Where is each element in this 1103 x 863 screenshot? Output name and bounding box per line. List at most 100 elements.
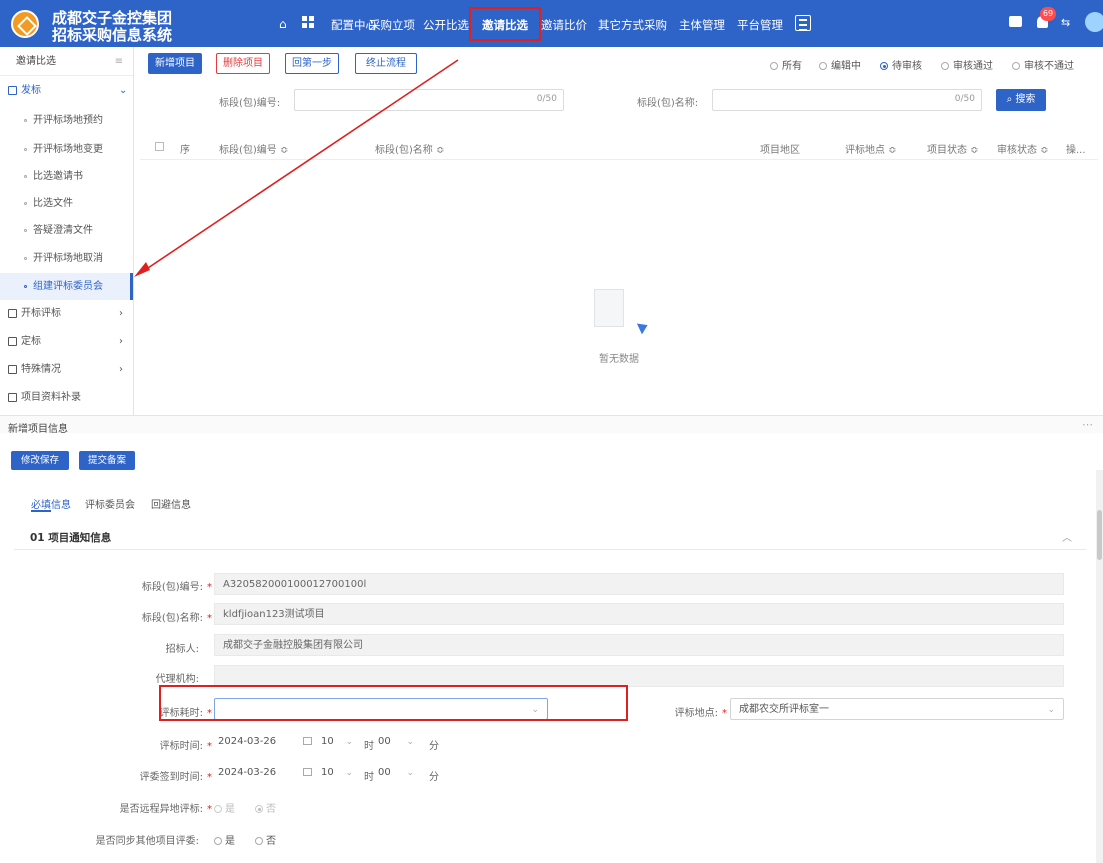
translate-icon[interactable]: ⇆ [1061, 16, 1070, 29]
save-button[interactable]: 修改保存 [11, 451, 69, 470]
highlight-box-nav [469, 7, 541, 41]
back-first-step-button[interactable]: 回第一步 [285, 53, 339, 74]
name-search-label: 标段(包)名称: [637, 98, 699, 109]
signin-date-input[interactable]: 2024-03-26 [214, 762, 314, 784]
tenderer-label: 招标人: [165, 644, 199, 655]
apps-grid-icon[interactable] [302, 16, 314, 28]
table-header-divider [140, 159, 1098, 160]
name-label: 标段(包)名称: * [141, 613, 212, 624]
chevron-down-icon: ⌄ [406, 768, 414, 778]
code-search-label: 标段(包)编号: [219, 98, 281, 109]
sidebar-item-venue-booking[interactable]: 开评标场地预约 [0, 107, 133, 134]
folder-icon [8, 393, 17, 402]
eval-minute-select[interactable]: 00 ⌄ [374, 731, 422, 753]
col-name[interactable]: 标段(包)名称 ≎ [375, 141, 444, 156]
stop-flow-button[interactable]: 终止流程 [355, 53, 417, 74]
folder-icon [8, 337, 17, 346]
sidebar-group-supplement[interactable]: 项目资料补录 [0, 384, 133, 411]
sidebar-item-venue-change[interactable]: 开评标场地变更 [0, 136, 133, 163]
calendar-icon [298, 731, 312, 753]
empty-state-text: 暂无数据 [599, 354, 639, 365]
col-audit[interactable]: 审核状态 ≎ [997, 141, 1049, 156]
chevron-up-icon[interactable]: ︿ [1062, 529, 1072, 544]
filter-rejected[interactable]: 审核不通过 [1012, 57, 1074, 72]
col-action: 操... [1066, 145, 1086, 156]
code-label: 标段(包)编号: * [141, 582, 212, 593]
nav-platform-management[interactable]: 平台管理 [737, 17, 783, 33]
highlight-box-duration [159, 685, 628, 721]
eval-hour-select[interactable]: 10 ⌄ [317, 731, 361, 753]
sidebar-group-bid[interactable]: 发标 ⌄ [0, 77, 133, 104]
eval-date-input[interactable]: 2024-03-26 [214, 731, 314, 753]
remote-no-radio[interactable]: 否 [255, 800, 276, 815]
close-icon[interactable]: ⋯ [1082, 418, 1093, 431]
col-region: 项目地区 [760, 145, 800, 156]
nav-public-selection[interactable]: 公开比选 [423, 17, 469, 33]
signin-hour-select[interactable]: 10 ⌄ [317, 762, 361, 784]
scrollbar[interactable] [1096, 470, 1103, 863]
search-button[interactable]: ⌕ 搜索 [996, 89, 1046, 111]
section-title: 01 项目通知信息 [30, 532, 112, 544]
code-field: A320582000100012700100l [214, 573, 1064, 595]
minute-unit: 分 [429, 741, 439, 752]
sync-no-radio[interactable]: 否 [255, 832, 276, 847]
form-title: 新增项目信息 [8, 424, 68, 435]
add-project-button[interactable]: 新增项目 [148, 53, 202, 74]
filter-editing[interactable]: 编辑中 [819, 57, 861, 72]
sidebar-title: 邀请比选 ≡ [0, 47, 133, 76]
sync-yes-radio[interactable]: 是 [214, 832, 235, 847]
col-code[interactable]: 标段(包)编号 ≎ [219, 141, 288, 156]
hour-unit: 时 [364, 772, 374, 783]
menu-icon[interactable] [795, 15, 811, 31]
chevron-down-icon: ⌄ [406, 737, 414, 747]
name-search-input[interactable]: 0/50 [712, 89, 982, 111]
code-search-input[interactable]: 0/50 [294, 89, 564, 111]
chevron-down-icon: ⌄ [119, 85, 128, 96]
home-icon[interactable]: ⌂ [279, 17, 287, 31]
sidebar-group-award[interactable]: 定标 › [0, 328, 133, 355]
logo-icon [11, 10, 39, 38]
name-field: kldfjioan123测试项目 [214, 603, 1064, 625]
col-index: 序 [180, 145, 190, 156]
filter-pending[interactable]: 待审核 [880, 57, 922, 72]
place-label: 评标地点: * [674, 708, 727, 719]
remote-yes-radio[interactable]: 是 [214, 800, 235, 815]
filter-approved[interactable]: 审核通过 [941, 57, 993, 72]
sidebar-item-committee[interactable]: 组建评标委员会 [0, 273, 133, 300]
tab-required-info[interactable]: 必填信息 [31, 496, 71, 511]
tab-committee[interactable]: 评标委员会 [85, 496, 135, 511]
select-all-checkbox[interactable] [155, 142, 164, 151]
filter-all[interactable]: 所有 [770, 57, 802, 72]
eval-time-label: 评标时间: * [159, 741, 212, 752]
agency-label: 代理机构: [155, 674, 199, 685]
tenderer-field: 成都交子金融控股集团有限公司 [214, 634, 1064, 656]
nav-subject-management[interactable]: 主体管理 [679, 17, 725, 33]
folder-icon [8, 309, 17, 318]
nav-invite-price[interactable]: 邀请比价 [541, 17, 587, 33]
notification-badge: 69 [1040, 7, 1056, 21]
sidebar-item-selection-doc[interactable]: 比选文件 [0, 190, 133, 217]
tab-avoidance[interactable]: 回避信息 [151, 496, 191, 511]
sidebar-item-clarification[interactable]: 答疑澄清文件 [0, 217, 133, 244]
folder-icon [8, 86, 17, 95]
place-select[interactable]: 成都农交所评标室一 ⌄ [730, 698, 1064, 720]
sidebar-group-special[interactable]: 特殊情况 › [0, 356, 133, 383]
col-place[interactable]: 评标地点 ≎ [845, 141, 897, 156]
nav-procurement-project[interactable]: 采购立项 [369, 17, 415, 33]
signin-minute-select[interactable]: 00 ⌄ [374, 762, 422, 784]
sidebar-item-invitation[interactable]: 比选邀请书 [0, 163, 133, 190]
col-status[interactable]: 项目状态 ≎ [927, 141, 979, 156]
delete-project-button[interactable]: 删除项目 [216, 53, 270, 74]
chevron-right-icon: › [119, 308, 123, 319]
sidebar: 邀请比选 ≡ 发标 ⌄ 开评标场地预约 开评标场地变更 比选邀请书 比选文件 答疑澄… [0, 47, 134, 415]
sidebar-group-open-eval[interactable]: 开标评标 › [0, 300, 133, 327]
message-icon[interactable] [1009, 16, 1022, 27]
chevron-down-icon: ⌄ [345, 737, 353, 747]
collapse-icon[interactable]: ≡ [115, 47, 123, 76]
sidebar-item-venue-cancel[interactable]: 开评标场地取消 [0, 245, 133, 272]
submit-button[interactable]: 提交备案 [79, 451, 135, 470]
calendar-icon [298, 762, 312, 784]
nav-other-procurement[interactable]: 其它方式采购 [598, 17, 667, 33]
avatar[interactable] [1085, 12, 1103, 32]
minute-unit: 分 [429, 772, 439, 783]
